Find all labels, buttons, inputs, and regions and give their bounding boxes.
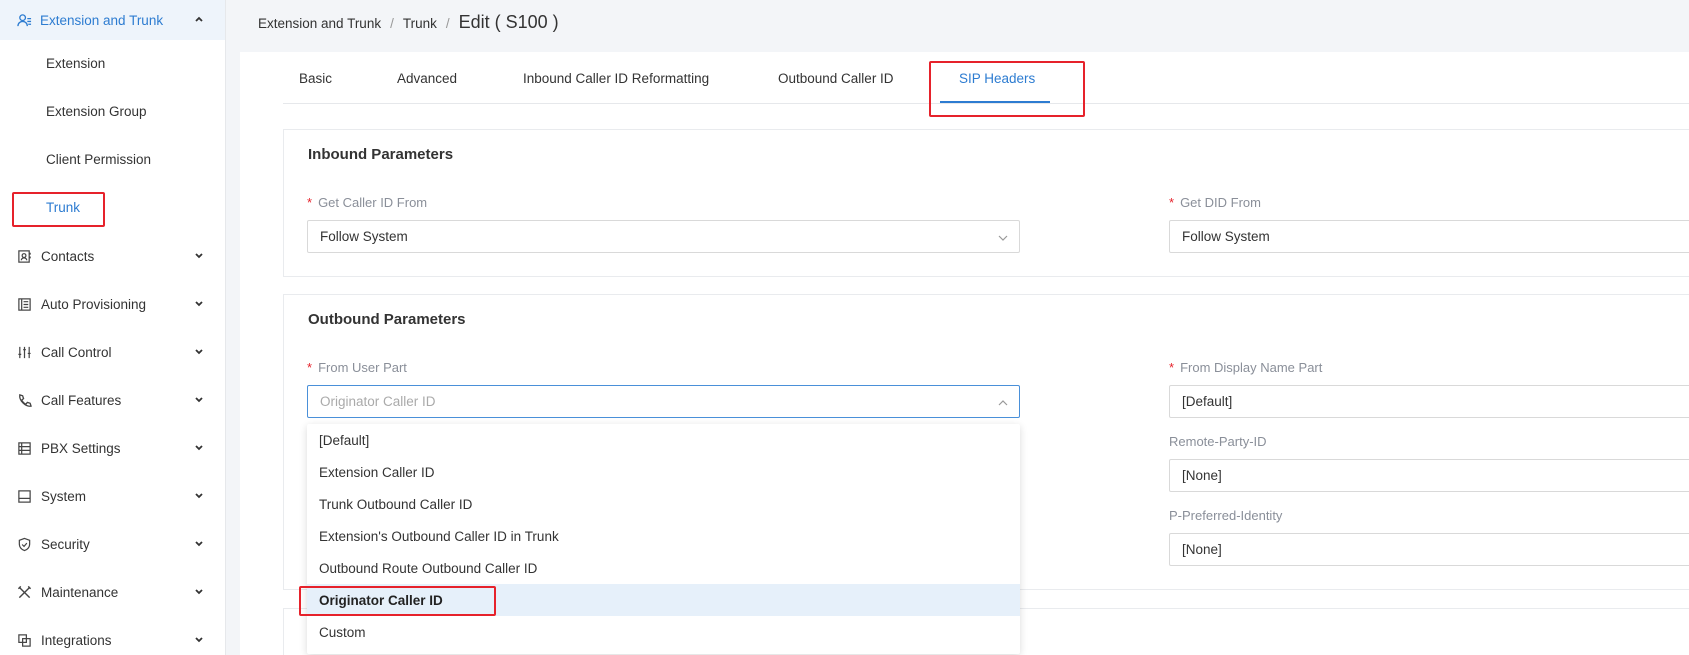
phone-icon — [17, 393, 32, 408]
sidebar: Extension and Trunk Extension Extension … — [0, 0, 226, 655]
from-user-part-dropdown: [Default] Extension Caller ID Trunk Outb… — [307, 424, 1020, 654]
get-caller-id-from-select[interactable]: Follow System — [307, 220, 1020, 253]
chevron-down-icon — [193, 442, 205, 454]
chevron-down-icon — [193, 394, 205, 406]
dropdown-option-custom[interactable]: Custom — [307, 616, 1020, 648]
breadcrumb-separator: / — [445, 16, 450, 31]
tab-outbound-caller-id[interactable]: Outbound Caller ID — [778, 71, 894, 86]
select-value: [None] — [1182, 542, 1222, 557]
sliders-icon — [17, 345, 32, 360]
remote-party-id-label: Remote-Party-ID — [1169, 434, 1267, 449]
from-display-name-part-select[interactable]: [Default] — [1169, 385, 1689, 418]
page-title: Edit ( S100 ) — [458, 12, 559, 32]
tab-inbound-caller-id-reformatting[interactable]: Inbound Caller ID Reformatting — [523, 71, 709, 86]
sidebar-item-pbx-settings[interactable]: PBX Settings — [0, 430, 225, 466]
sidebar-item-label: Integrations — [41, 632, 112, 648]
provisioning-icon — [17, 297, 32, 312]
from-user-part-label: * From User Part — [307, 360, 407, 375]
breadcrumb-separator: / — [390, 16, 394, 31]
chevron-up-icon[interactable] — [193, 13, 205, 25]
select-value: Follow System — [1182, 229, 1270, 244]
sidebar-item-call-control[interactable]: Call Control — [0, 334, 225, 370]
shield-icon — [17, 537, 32, 552]
monitor-icon — [17, 489, 32, 504]
sidebar-item-label: Contacts — [41, 248, 95, 264]
chevron-up-icon — [997, 397, 1009, 409]
dropdown-option-extension-outbound-caller-id-in-trunk[interactable]: Extension's Outbound Caller ID in Trunk — [307, 520, 1020, 552]
get-did-from-select[interactable]: Follow System — [1169, 220, 1689, 253]
select-value: Originator Caller ID — [320, 394, 436, 409]
dropdown-option-default[interactable]: [Default] — [307, 424, 1020, 456]
sidebar-item-label: Auto Provisioning — [41, 296, 147, 312]
chevron-down-icon — [193, 538, 205, 550]
sidebar-item-extension-group[interactable]: Extension Group — [46, 104, 147, 119]
select-value: Follow System — [320, 229, 408, 244]
chevron-down-icon — [193, 586, 205, 598]
required-mark: * — [1169, 195, 1175, 210]
from-user-part-select[interactable]: Originator Caller ID — [307, 385, 1020, 418]
sidebar-item-maintenance[interactable]: Maintenance — [0, 574, 225, 610]
tab-basic[interactable]: Basic — [299, 71, 332, 86]
chevron-down-icon — [193, 346, 205, 358]
inbound-parameters-section: Inbound Parameters — [283, 129, 1689, 277]
sidebar-item-label: System — [41, 488, 87, 504]
sidebar-item-label: Call Features — [41, 392, 122, 408]
breadcrumb: Extension and Trunk / Trunk / Edit ( S10… — [258, 12, 559, 33]
get-caller-id-from-label: * Get Caller ID From — [307, 195, 428, 210]
chevron-down-icon — [193, 634, 205, 646]
sidebar-group-extension-trunk[interactable]: Extension and Trunk — [0, 0, 225, 40]
sidebar-group-label: Extension and Trunk — [40, 12, 164, 28]
required-mark: * — [307, 360, 313, 375]
settings-list-icon — [17, 441, 32, 456]
section-title: Outbound Parameters — [308, 311, 466, 328]
sidebar-item-label: Security — [41, 536, 90, 552]
users-icon — [17, 13, 32, 28]
tab-advanced[interactable]: Advanced — [397, 71, 457, 86]
p-preferred-identity-select[interactable]: [None] — [1169, 533, 1689, 566]
sidebar-item-label: Call Control — [41, 344, 112, 360]
integrations-icon — [17, 633, 32, 648]
remote-party-id-select[interactable]: [None] — [1169, 459, 1689, 492]
sidebar-item-extension[interactable]: Extension — [46, 56, 105, 71]
select-value: [Default] — [1182, 394, 1233, 409]
tab-sip-headers[interactable]: SIP Headers — [959, 71, 1035, 86]
sidebar-item-trunk[interactable]: Trunk — [46, 200, 80, 215]
p-preferred-identity-label: P-Preferred-Identity — [1169, 508, 1283, 523]
required-mark: * — [1169, 360, 1175, 375]
required-mark: * — [307, 195, 313, 210]
sidebar-item-label: Maintenance — [41, 584, 119, 600]
active-tab-indicator — [940, 101, 1050, 103]
tab-bar: Basic Advanced Inbound Caller ID Reforma… — [283, 58, 1689, 104]
tools-icon — [17, 585, 32, 600]
dropdown-option-originator-caller-id[interactable]: Originator Caller ID — [307, 584, 1020, 616]
dropdown-option-outbound-route-outbound-caller-id[interactable]: Outbound Route Outbound Caller ID — [307, 552, 1020, 584]
get-did-from-label: * Get DID From — [1169, 195, 1261, 210]
breadcrumb-trunk[interactable]: Trunk — [403, 16, 437, 31]
dropdown-option-extension-caller-id[interactable]: Extension Caller ID — [307, 456, 1020, 488]
sidebar-item-contacts[interactable]: Contacts — [0, 238, 225, 274]
chevron-down-icon — [997, 232, 1009, 244]
chevron-down-icon — [193, 490, 205, 502]
breadcrumb-extension-trunk[interactable]: Extension and Trunk — [258, 16, 381, 31]
chevron-down-icon — [193, 250, 205, 262]
section-title: Inbound Parameters — [308, 146, 454, 163]
sidebar-item-system[interactable]: System — [0, 478, 225, 514]
select-value: [None] — [1182, 468, 1222, 483]
chevron-down-icon — [193, 298, 205, 310]
sidebar-item-security[interactable]: Security — [0, 526, 225, 562]
sidebar-item-client-permission[interactable]: Client Permission — [46, 152, 151, 167]
sidebar-item-label: PBX Settings — [41, 440, 121, 456]
from-display-name-part-label: * From Display Name Part — [1169, 360, 1323, 375]
dropdown-option-trunk-outbound-caller-id[interactable]: Trunk Outbound Caller ID — [307, 488, 1020, 520]
sidebar-item-call-features[interactable]: Call Features — [0, 382, 225, 418]
sidebar-item-auto-provisioning[interactable]: Auto Provisioning — [0, 286, 225, 322]
sidebar-item-integrations[interactable]: Integrations — [0, 622, 225, 655]
contacts-icon — [17, 249, 32, 264]
